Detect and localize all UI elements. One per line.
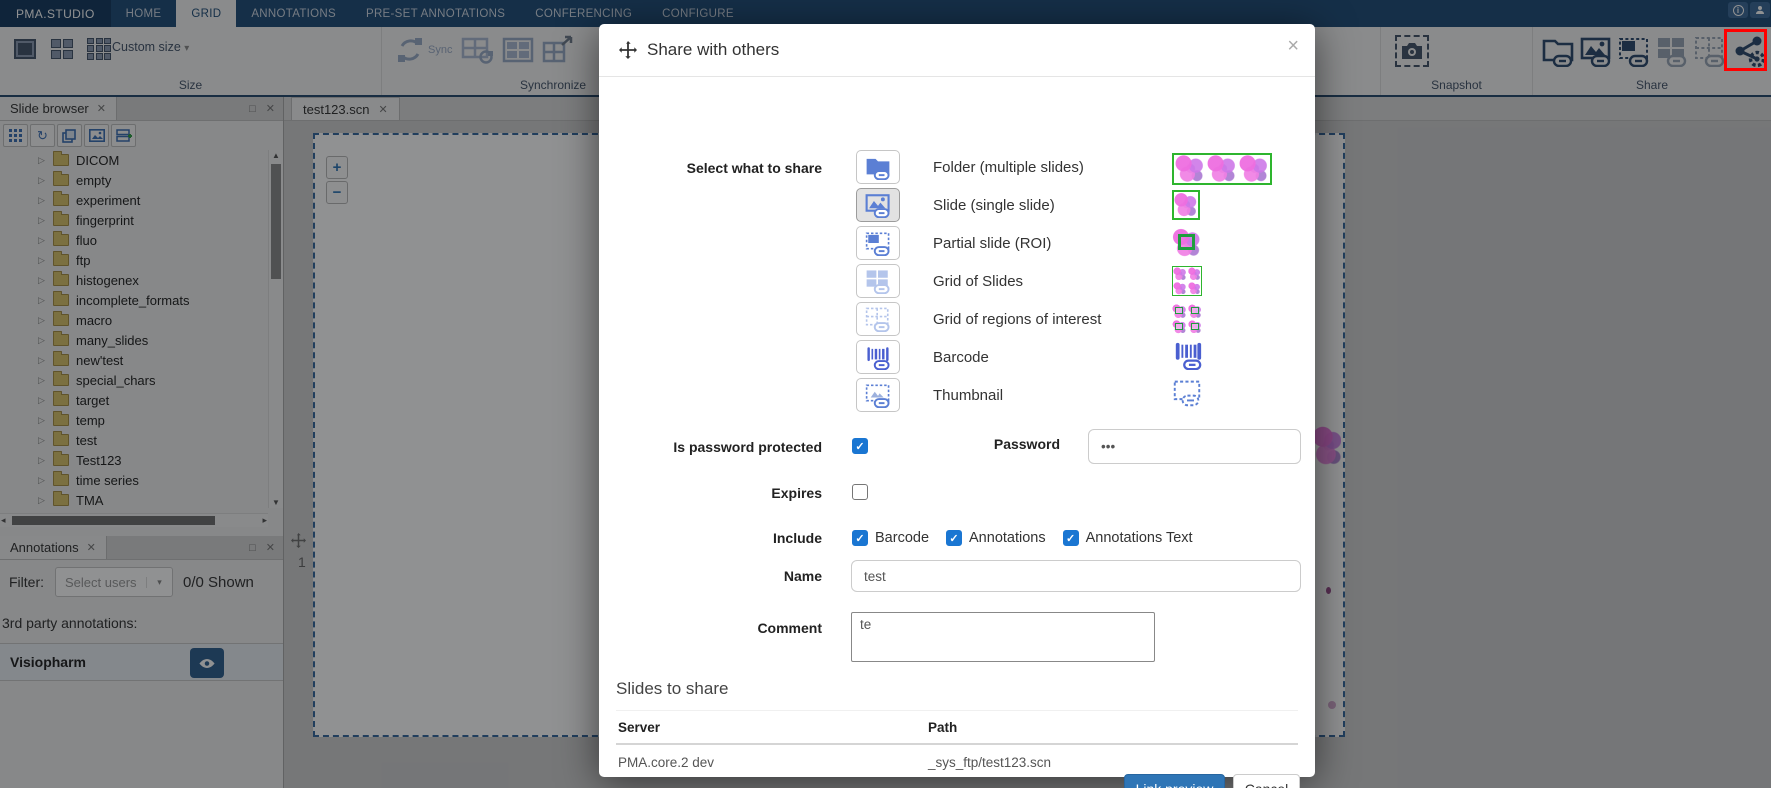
share-type-roi-button[interactable] [856,226,900,260]
pma-studio-window: PMA.STUDIO HOME GRID ANNOTATIONS PRE-SET… [0,0,1771,788]
grid-preview [1172,266,1202,296]
share-type-grid-roi-button[interactable] [856,302,900,336]
share-type-barcode-button[interactable] [856,340,900,374]
share-dialog-body: Select what to share Folder (multiple sl… [599,78,1315,777]
comment-textarea[interactable] [851,612,1155,662]
roi-box [1178,234,1195,250]
include-annotations-label: Annotations [969,530,1046,546]
path-column-header: Path [928,720,957,735]
password-label: Password [935,436,1060,452]
barcode-preview [1172,340,1204,375]
roi-preview [1172,228,1202,258]
slide-preview [1172,190,1200,220]
link-preview-button[interactable]: Link preview [1124,774,1225,788]
roi-link-icon [864,230,892,256]
include-barcode-label: Barcode [875,530,929,546]
include-annotations-text-label: Annotations Text [1086,530,1193,546]
slide-link-icon [864,192,892,218]
share-type-thumbnail-button[interactable] [856,378,900,412]
share-type-thumbnail-label: Thumbnail [933,378,1168,412]
include-annotations-option[interactable]: ✓ Annotations [946,530,1046,546]
thumbnail-preview [1172,379,1202,412]
share-type-grid-label: Grid of Slides [933,264,1168,298]
share-type-grid-roi-label: Grid of regions of interest [933,302,1168,336]
annotations-checkbox[interactable]: ✓ [946,530,962,546]
share-type-barcode-label: Barcode [933,340,1168,374]
server-column-header: Server [616,720,928,735]
share-dialog-header[interactable]: Share with others × [599,24,1315,77]
include-options: ✓ Barcode ✓ Annotations ✓ Annotations Text [852,530,1193,546]
include-annotations-text-option[interactable]: ✓ Annotations Text [1063,530,1193,546]
name-input[interactable] [851,560,1301,592]
expires-checkbox[interactable] [852,484,868,500]
name-label: Name [599,568,822,584]
annotations-text-checkbox[interactable]: ✓ [1063,530,1079,546]
include-label: Include [599,530,822,546]
folder-link-icon [864,154,892,180]
share-type-slide-button[interactable] [856,188,900,222]
share-type-roi-label: Partial slide (ROI) [933,226,1168,260]
dialog-title: Share with others [647,40,779,60]
thumbnail-link-icon [864,382,892,408]
password-protected-label: Is password protected [599,439,822,455]
password-protected-checkbox[interactable]: ✓ [852,438,868,454]
include-barcode-option[interactable]: ✓ Barcode [852,530,929,546]
slides-table: Server Path PMA.core.2 dev _sys_ftp/test… [616,710,1298,780]
table-header-row: Server Path [616,710,1298,745]
share-type-slide-label: Slide (single slide) [933,188,1168,222]
grid-roi-link-icon [864,306,892,332]
path-cell: _sys_ftp/test123.scn [928,755,1051,770]
grid-link-icon [864,268,892,294]
server-cell: PMA.core.2 dev [616,755,928,770]
share-dialog: Share with others × Select what to share… [599,24,1315,777]
move-icon [619,41,637,59]
comment-label: Comment [599,620,822,636]
share-type-folder-button[interactable] [856,150,900,184]
select-what-label: Select what to share [599,160,822,176]
barcode-link-icon [864,344,892,370]
folder-preview [1172,153,1272,185]
grid-roi-preview [1172,304,1202,334]
close-dialog-button[interactable]: × [1287,36,1299,56]
slides-to-share-heading: Slides to share [616,679,728,699]
share-type-grid-button[interactable] [856,264,900,298]
barcode-checkbox[interactable]: ✓ [852,530,868,546]
expires-label: Expires [599,485,822,501]
password-input[interactable] [1088,429,1301,464]
cancel-button[interactable]: Cancel [1233,774,1300,788]
share-type-folder-label: Folder (multiple slides) [933,150,1168,184]
